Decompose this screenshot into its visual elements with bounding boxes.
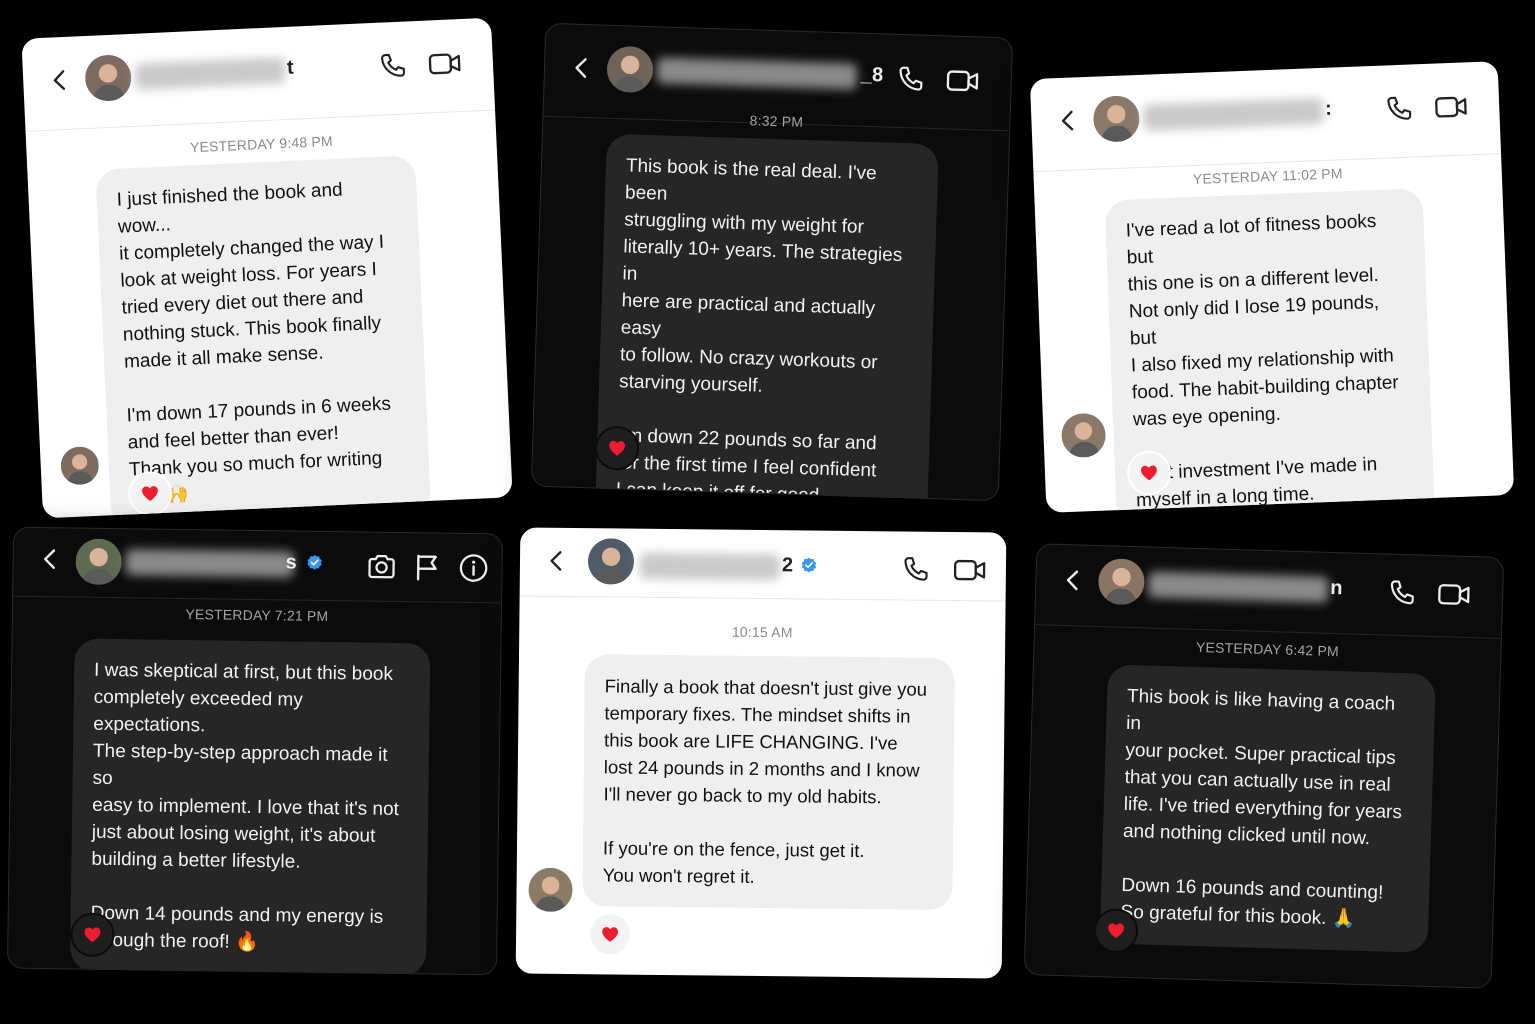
- chat-header: n: [1035, 544, 1504, 639]
- blurred-username: [639, 552, 781, 581]
- message-bubble[interactable]: Finally a book that doesn't just give yo…: [582, 654, 956, 911]
- heart-icon: [1106, 920, 1127, 941]
- avatar[interactable]: [84, 54, 132, 102]
- avatar[interactable]: [588, 538, 634, 584]
- video-icon[interactable]: [952, 554, 988, 586]
- verified-badge-icon: [306, 554, 324, 572]
- video-icon[interactable]: [1436, 578, 1473, 611]
- back-arrow-icon[interactable]: [37, 546, 63, 572]
- heart-icon: [140, 483, 161, 504]
- message-bubble[interactable]: I was skeptical at first, but this book …: [69, 638, 431, 976]
- phone-icon[interactable]: [1383, 92, 1416, 125]
- blurred-username: [656, 57, 858, 90]
- phone-icon[interactable]: [900, 553, 932, 585]
- username[interactable]: s: [125, 549, 345, 580]
- heart-icon: [82, 925, 102, 945]
- reaction-badge[interactable]: [1093, 908, 1139, 954]
- back-arrow-icon[interactable]: [569, 55, 596, 82]
- heart-icon: [600, 924, 620, 944]
- timestamp: YESTERDAY 7:21 PM: [185, 606, 329, 625]
- username[interactable]: _8: [656, 57, 897, 93]
- avatar[interactable]: [606, 46, 653, 93]
- sender-avatar[interactable]: [60, 446, 100, 486]
- back-arrow-icon[interactable]: [1055, 107, 1082, 134]
- message-bubble[interactable]: This book is like having a coach in your…: [1099, 664, 1436, 953]
- username-visible-part: t: [286, 56, 295, 79]
- chat-header: s: [13, 527, 503, 604]
- blurred-username: [125, 549, 294, 578]
- back-arrow-icon[interactable]: [544, 548, 570, 574]
- back-arrow-icon[interactable]: [47, 67, 74, 94]
- dm-card-1: t YESTERDAY 9:48 PM I just finished the …: [21, 17, 513, 519]
- chat-header: 2: [519, 527, 1007, 602]
- chat-header: :: [1029, 61, 1502, 173]
- chat-header: t: [21, 17, 496, 132]
- phone-icon[interactable]: [376, 49, 409, 82]
- blurred-username: [1142, 97, 1324, 131]
- phone-icon[interactable]: [894, 63, 927, 96]
- video-icon[interactable]: [1433, 90, 1470, 123]
- timestamp: YESTERDAY 9:48 PM: [189, 132, 334, 156]
- username[interactable]: t: [134, 55, 336, 92]
- username-visible-part: _8: [860, 63, 884, 87]
- video-icon[interactable]: [944, 64, 981, 97]
- timestamp: YESTERDAY 6:42 PM: [1195, 638, 1340, 660]
- video-icon[interactable]: [426, 47, 463, 81]
- sender-avatar[interactable]: [528, 868, 572, 912]
- info-icon[interactable]: [457, 552, 489, 584]
- reaction-badge[interactable]: [587, 912, 633, 957]
- dm-card-2: _8 8:32 PM This book is the real deal. I…: [530, 22, 1014, 502]
- blurred-username: [1147, 571, 1329, 603]
- username[interactable]: :: [1142, 97, 1354, 133]
- username-visible-part: 2: [781, 554, 794, 577]
- username[interactable]: 2: [639, 552, 860, 583]
- sender-avatar[interactable]: [1061, 413, 1107, 459]
- phone-icon[interactable]: [1386, 577, 1419, 610]
- flag-icon[interactable]: [411, 551, 443, 583]
- dm-card-4: s YESTERDAY 7:21 PM I was skeptical at f…: [6, 526, 504, 976]
- username-visible-part: n: [1329, 576, 1343, 600]
- heart-icon: [607, 438, 628, 459]
- message-bubble[interactable]: I just finished the book and wow... it c…: [95, 155, 432, 519]
- dm-card-6: n YESTERDAY 6:42 PM This book is like ha…: [1023, 543, 1505, 989]
- avatar[interactable]: [75, 538, 122, 585]
- username-visible-part: :: [1324, 97, 1333, 120]
- back-arrow-icon[interactable]: [1060, 567, 1087, 594]
- heart-icon: [1139, 462, 1160, 483]
- dm-card-5: 2 10:15 AM Finally a book that doesn't j…: [515, 527, 1007, 979]
- message-bubble[interactable]: This book is the real deal. I've been st…: [594, 133, 939, 502]
- username[interactable]: n: [1147, 571, 1369, 606]
- verified-badge-icon: [800, 556, 818, 574]
- dm-card-3: : YESTERDAY 11:02 PM I've read a lot of …: [1029, 61, 1515, 513]
- avatar[interactable]: [1098, 558, 1145, 605]
- timestamp: 10:15 AM: [731, 623, 793, 641]
- camera-icon[interactable]: [365, 551, 397, 583]
- username-visible-part: s: [285, 551, 297, 574]
- avatar[interactable]: [1093, 95, 1141, 143]
- blurred-username: [134, 56, 286, 90]
